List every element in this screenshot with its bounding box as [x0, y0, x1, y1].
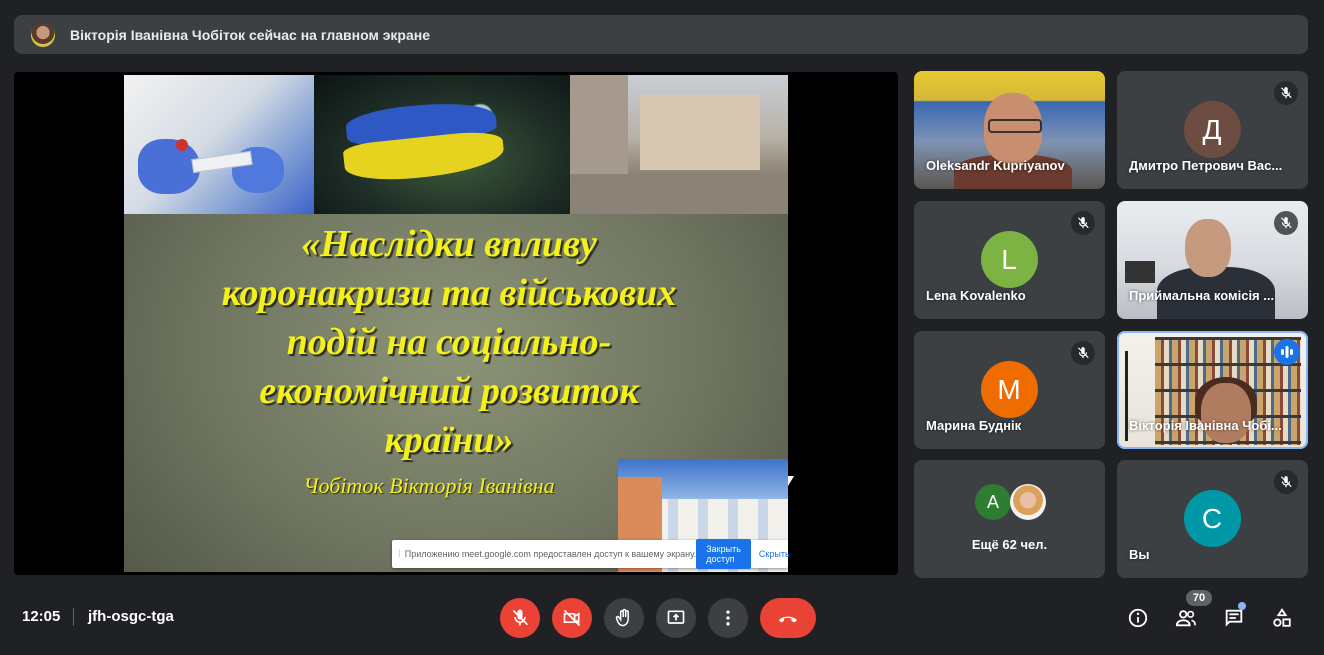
slide-photo-ruins	[570, 75, 788, 214]
present-now-button[interactable]	[656, 598, 696, 638]
mic-toggle-button[interactable]	[500, 598, 540, 638]
camera-toggle-button[interactable]	[552, 598, 592, 638]
slide-title-line: країни»	[384, 419, 514, 461]
drag-handle-icon[interactable]: ⁞	[398, 549, 401, 560]
unread-indicator	[1238, 602, 1246, 610]
activities-button[interactable]	[1268, 604, 1296, 632]
mic-off-icon	[512, 609, 529, 626]
divider	[73, 608, 74, 626]
screen-share-notice: ⁞ Приложению meet.google.com предоставле…	[392, 539, 790, 569]
participant-name: Дмитро Петрович Вас...	[1129, 158, 1283, 173]
slide-photo-lab	[124, 75, 314, 214]
participants-count-badge: 70	[1186, 590, 1212, 606]
raise-hand-button[interactable]	[604, 598, 644, 638]
slide-title-line: «Наслідки впливу	[301, 223, 597, 265]
participant-name: Вікторія Іванівна Чобі...	[1129, 418, 1282, 433]
mic-off-icon	[1274, 81, 1298, 105]
participant-tile[interactable]: Приймальна комісія ...	[1117, 201, 1308, 319]
participant-name: Марина Буднік	[926, 418, 1022, 433]
avatar: М	[980, 361, 1038, 418]
presenter-avatar	[31, 22, 55, 47]
participant-tile[interactable]: М Марина Буднік	[914, 331, 1105, 449]
mic-off-icon	[1071, 341, 1095, 365]
participant-tile-active-speaker[interactable]: Вікторія Іванівна Чобі...	[1117, 331, 1308, 449]
slide-title-line: подій на соціально-	[286, 321, 612, 363]
camera-off-icon	[563, 609, 581, 627]
present-icon	[667, 610, 685, 624]
share-notice-message: Приложению meet.google.com предоставлен …	[404, 549, 697, 559]
slide-photo-map	[314, 75, 570, 214]
show-everyone-button[interactable]	[1172, 604, 1200, 632]
avatar: А	[975, 484, 1011, 520]
activities-icon	[1273, 608, 1291, 627]
self-tile[interactable]: С Вы	[1117, 460, 1308, 578]
presentation-banner: Вікторія Іванівна Чобіток сейчас на глав…	[14, 15, 1308, 54]
avatar: С	[1183, 490, 1241, 547]
slide-author: Чобіток Вікторія Іванівна	[303, 473, 555, 498]
raise-hand-icon	[615, 608, 629, 627]
more-participants-tile[interactable]: А Ещё 62 чел.	[914, 460, 1105, 578]
participant-tile[interactable]: Oleksandr Kupriyanov	[914, 71, 1105, 189]
meeting-code: jfh-osgc-tga	[88, 608, 174, 625]
avatar: L	[980, 231, 1038, 288]
participant-tile[interactable]: Д Дмитро Петрович Вас...	[1117, 71, 1308, 189]
mic-off-icon	[1274, 470, 1298, 494]
slide-title-line: коронакризи та військових	[221, 272, 677, 314]
hang-up-icon	[779, 616, 797, 623]
chat-icon	[1225, 609, 1243, 627]
participant-tile[interactable]: L Lena Kovalenko	[914, 201, 1105, 319]
slide-title: «Наслідки впливу коронакризи та військов…	[144, 220, 754, 465]
avatar	[1010, 484, 1046, 520]
slide-title-line: економічний розвиток	[259, 370, 639, 412]
leave-call-button[interactable]	[760, 598, 816, 638]
speaking-indicator-icon	[1274, 339, 1300, 365]
hide-notice-link[interactable]: Скрыть	[759, 549, 790, 559]
stop-sharing-button[interactable]: Закрыть доступ	[696, 539, 751, 569]
more-participants-label: Ещё 62 чел.	[971, 537, 1048, 552]
participant-name: Приймальна комісія ...	[1129, 288, 1275, 303]
participant-name: Lena Kovalenko	[926, 288, 1026, 303]
mouse-cursor-icon	[788, 476, 794, 486]
screen-share-stage: «Наслідки впливу коронакризи та військов…	[14, 72, 898, 575]
avatar: Д	[1183, 101, 1241, 158]
participant-name: Вы	[1129, 547, 1150, 562]
participant-name: Oleksandr Kupriyanov	[926, 158, 1065, 173]
mic-off-icon	[1071, 211, 1095, 235]
people-icon	[1175, 610, 1196, 627]
more-options-button[interactable]	[708, 598, 748, 638]
info-icon	[1128, 608, 1148, 628]
more-options-icon	[726, 610, 730, 626]
meeting-time: 12:05	[22, 608, 61, 625]
meeting-details-button[interactable]	[1124, 604, 1152, 632]
presentation-slide: «Наслідки впливу коронакризи та військов…	[124, 75, 788, 572]
mic-off-icon	[1274, 211, 1298, 235]
banner-text: Вікторія Іванівна Чобіток сейчас на глав…	[70, 26, 431, 43]
